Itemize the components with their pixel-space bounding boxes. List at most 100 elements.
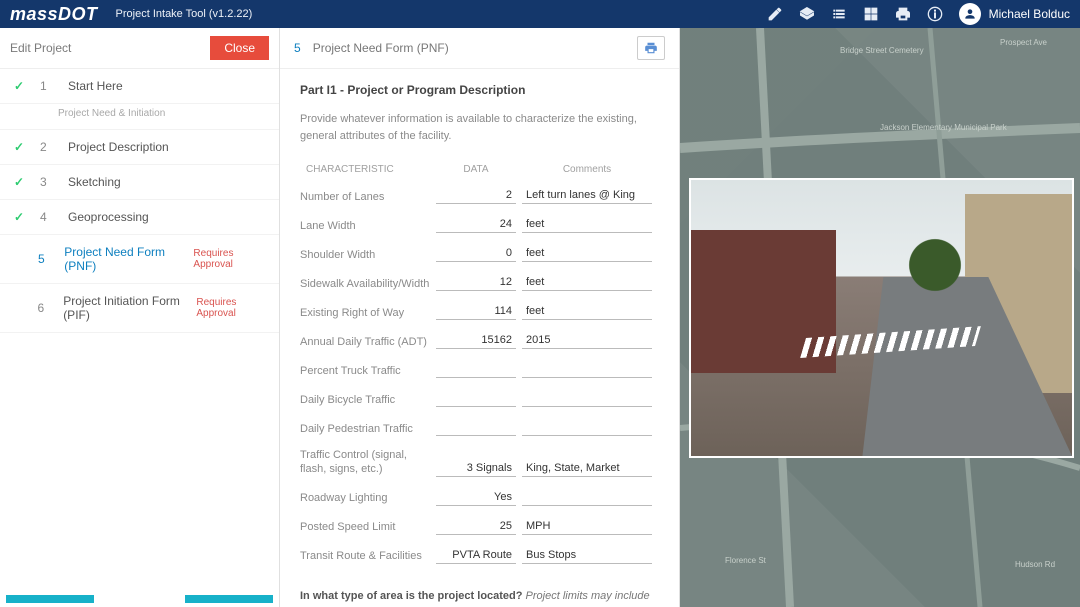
section-description: Provide whatever information is availabl… (300, 111, 659, 144)
char-comment-input[interactable] (522, 390, 652, 407)
map-label: Hudson Rd (1015, 560, 1055, 569)
form-panel: 5 Project Need Form (PNF) Part I1 - Proj… (280, 28, 680, 607)
step-label: Project Initiation Form (PIF) (63, 294, 186, 322)
map-label: Bridge Street Cemetery (840, 46, 924, 55)
username[interactable]: Michael Bolduc (989, 7, 1070, 21)
print-button[interactable] (637, 36, 665, 60)
col-data: DATA (436, 164, 516, 175)
step-list: ✓ 1 Start Here Project Need & Initiation… (0, 69, 279, 333)
char-label: Number of Lanes (300, 190, 430, 204)
form-body[interactable]: Part I1 - Project or Program Description… (280, 69, 679, 607)
info-icon[interactable] (924, 3, 946, 25)
char-comment-input[interactable] (522, 547, 652, 564)
char-comment-input[interactable] (522, 518, 652, 535)
char-label: Sidewalk Availability/Width (300, 277, 430, 291)
char-comment-input[interactable] (522, 332, 652, 349)
char-label: Traffic Control (signal, flash, signs, e… (300, 448, 430, 477)
characteristic-row: Annual Daily Traffic (ADT) (300, 326, 659, 355)
col-characteristic: CHARACTERISTIC (300, 164, 430, 175)
char-label: Daily Bicycle Traffic (300, 393, 430, 407)
char-label: Percent Truck Traffic (300, 364, 430, 378)
step-label: Project Need Form (PNF) (64, 245, 183, 273)
print-icon[interactable] (892, 3, 914, 25)
requires-approval-badge: Requires Approval (196, 297, 265, 319)
map-label: Jackson Elementary Municipal Park (880, 123, 1007, 132)
step-project-description[interactable]: ✓ 2 Project Description (0, 130, 279, 165)
char-comment-input[interactable] (522, 361, 652, 378)
char-data-input[interactable] (436, 489, 516, 506)
step-pif[interactable]: ✓ 6 Project Initiation Form (PIF) Requir… (0, 284, 279, 333)
step-label: Project Description (68, 140, 169, 154)
map-label: Prospect Ave (1000, 38, 1047, 47)
char-data-input[interactable] (436, 547, 516, 564)
char-label: Posted Speed Limit (300, 520, 430, 534)
user-avatar-icon[interactable] (959, 3, 981, 25)
char-label: Daily Pedestrian Traffic (300, 422, 430, 436)
characteristic-row: Shoulder Width (300, 239, 659, 268)
char-comment-input[interactable] (522, 419, 652, 436)
characteristic-row: Daily Pedestrian Traffic (300, 413, 659, 442)
characteristic-row: Lane Width (300, 210, 659, 239)
area-type-question: In what type of area is the project loca… (300, 588, 659, 607)
characteristic-row: Existing Right of Way (300, 297, 659, 326)
char-label: Transit Route & Facilities (300, 549, 430, 563)
col-comments: Comments (522, 164, 652, 175)
char-data-input[interactable] (436, 390, 516, 407)
step-sketching[interactable]: ✓ 3 Sketching (0, 165, 279, 200)
char-data-input[interactable] (436, 518, 516, 535)
char-data-input[interactable] (436, 245, 516, 262)
check-icon: ✓ (14, 175, 30, 189)
char-data-input[interactable] (436, 187, 516, 204)
char-data-input[interactable] (436, 332, 516, 349)
characteristic-row: Transit Route & Facilities (300, 541, 659, 570)
sidebar-title: Edit Project (10, 41, 71, 55)
list-icon[interactable] (828, 3, 850, 25)
map-label: Florence St (725, 556, 766, 565)
print-icon (644, 41, 658, 55)
step-label: Geoprocessing (68, 210, 149, 224)
char-data-input[interactable] (436, 274, 516, 291)
char-label: Shoulder Width (300, 248, 430, 262)
brand-logo: massDOT (10, 4, 98, 25)
step-pnf[interactable]: ✓ 5 Project Need Form (PNF) Requires App… (0, 235, 279, 284)
char-label: Roadway Lighting (300, 491, 430, 505)
char-label: Annual Daily Traffic (ADT) (300, 335, 430, 349)
prev-footer-button[interactable] (6, 595, 94, 603)
char-data-input[interactable] (436, 303, 516, 320)
char-comment-input[interactable] (522, 245, 652, 262)
requires-approval-badge: Requires Approval (193, 248, 265, 270)
char-label: Lane Width (300, 219, 430, 233)
close-button[interactable]: Close (210, 36, 269, 60)
map-panel[interactable]: Bridge Street Cemetery Jackson Elementary… (680, 28, 1080, 607)
char-comment-input[interactable] (522, 274, 652, 291)
characteristic-row: Percent Truck Traffic (300, 355, 659, 384)
characteristic-row: Traffic Control (signal, flash, signs, e… (300, 442, 659, 483)
char-comment-input[interactable] (522, 460, 652, 477)
edit-icon[interactable] (764, 3, 786, 25)
substep-need-initiation[interactable]: Project Need & Initiation (0, 104, 279, 130)
char-data-input[interactable] (436, 361, 516, 378)
step-label: Start Here (68, 79, 123, 93)
char-comment-input[interactable] (522, 187, 652, 204)
top-header: massDOT Project Intake Tool (v1.2.22) Mi… (0, 0, 1080, 28)
char-comment-input[interactable] (522, 216, 652, 233)
layers-icon[interactable] (796, 3, 818, 25)
char-comment-input[interactable] (522, 489, 652, 506)
char-data-input[interactable] (436, 216, 516, 233)
check-icon: ✓ (14, 79, 30, 93)
characteristics-table: CHARACTERISTIC DATA Comments Number of L… (300, 158, 659, 570)
brand-text: massDOT (10, 4, 98, 24)
next-footer-button[interactable] (185, 595, 273, 603)
form-step-num: 5 (294, 41, 301, 55)
step-geoprocessing[interactable]: ✓ 4 Geoprocessing (0, 200, 279, 235)
step-start-here[interactable]: ✓ 1 Start Here (0, 69, 279, 104)
characteristic-row: Sidewalk Availability/Width (300, 268, 659, 297)
char-comment-input[interactable] (522, 303, 652, 320)
grid-icon[interactable] (860, 3, 882, 25)
check-icon: ✓ (14, 140, 30, 154)
char-data-input[interactable] (436, 460, 516, 477)
characteristic-row: Daily Bicycle Traffic (300, 384, 659, 413)
characteristic-row: Posted Speed Limit (300, 512, 659, 541)
characteristic-row: Number of Lanes (300, 181, 659, 210)
char-data-input[interactable] (436, 419, 516, 436)
